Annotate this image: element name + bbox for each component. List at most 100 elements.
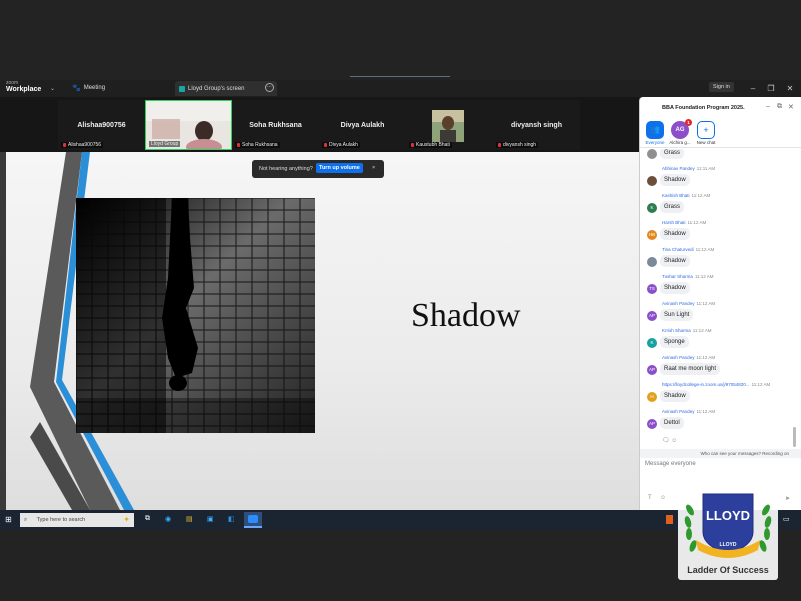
chat-tab-dm[interactable]: AG 1 Alchira g... bbox=[669, 119, 692, 145]
message-text: Shadow bbox=[660, 390, 690, 402]
screen-tab-label: Lloyd Group's screen bbox=[188, 85, 245, 92]
close-icon[interactable]: ✕ bbox=[783, 83, 797, 94]
participant-tile[interactable]: Kaustubh Bhati bbox=[406, 100, 493, 150]
zoom-titlebar: zoom Workplace ⌄ 🐾 Meeting Lloyd Group's… bbox=[0, 80, 801, 97]
chat-message: HB Harsh Bhati 11:12 AM Shadow bbox=[640, 219, 790, 245]
participant-tile-active-speaker[interactable]: Lloyd Group bbox=[145, 100, 232, 150]
restore-icon[interactable]: ❐ bbox=[764, 83, 778, 94]
zoom-taskbar-icon[interactable] bbox=[244, 512, 262, 528]
avatar: H bbox=[647, 392, 657, 402]
participant-tile[interactable]: divyansh singh divyansh singh bbox=[493, 100, 580, 150]
chat-input-placeholder: Message everyone bbox=[645, 461, 696, 467]
chat-scrollbar[interactable] bbox=[793, 427, 796, 447]
store-icon[interactable]: ▣ bbox=[207, 515, 214, 523]
participant-name-large: Divya Aulakh bbox=[340, 122, 385, 129]
search-highlight-icon: ✦ bbox=[123, 515, 130, 524]
message-text: Shadow bbox=[660, 255, 690, 267]
chat-close-icon[interactable]: ✕ bbox=[788, 103, 794, 111]
avatar bbox=[647, 257, 657, 267]
message-text: Grass bbox=[660, 201, 685, 213]
muted-mic-icon bbox=[324, 143, 327, 147]
more-options-icon[interactable]: ⋯ bbox=[265, 83, 274, 92]
chat-message: AP Avinash Pandey 11:12 AM Sun Light bbox=[640, 300, 790, 326]
message-time: 11:12 AM bbox=[696, 355, 716, 360]
audio-toast: Not hearing anything? Turn up volume × bbox=[252, 160, 384, 178]
taskbar-search[interactable]: ⌕ Type here to search ✦ bbox=[20, 513, 134, 527]
participant-name-text: divyansh singh bbox=[503, 142, 537, 148]
avatar bbox=[647, 149, 657, 159]
plus-icon: + bbox=[697, 121, 715, 139]
chat-input[interactable]: Message everyone bbox=[645, 461, 696, 467]
edge-icon[interactable]: ◉ bbox=[165, 515, 171, 523]
file-explorer-icon[interactable]: ▤ bbox=[186, 515, 193, 523]
sender-name: Tina Chaturvedi 11:12 AM bbox=[662, 247, 714, 252]
sender-name: Abhinav Pandey 11:11 AM bbox=[662, 166, 715, 171]
tab-label: Alchira g... bbox=[669, 140, 691, 145]
chat-popout-icon[interactable]: ⧉ bbox=[777, 103, 782, 111]
zoom-app-icon bbox=[248, 515, 258, 523]
toast-text: Not hearing anything? bbox=[259, 166, 313, 172]
emoji-icon[interactable]: ☺ bbox=[660, 495, 666, 501]
minimize-icon[interactable]: – bbox=[746, 83, 760, 94]
logo-ribbon-text: LLOYD bbox=[719, 542, 737, 548]
sender-name-text: Harsh Bhati bbox=[662, 220, 686, 225]
participant-tile[interactable]: Soha Rukhsana Soha Rukhsana bbox=[232, 100, 319, 150]
turn-up-volume-button[interactable]: Turn up volume bbox=[316, 163, 363, 173]
tray-app-icon[interactable] bbox=[666, 515, 673, 524]
divider bbox=[640, 147, 801, 148]
avatar: AG 1 bbox=[671, 119, 692, 139]
outlook-icon[interactable]: ◧ bbox=[228, 515, 235, 523]
workplace-dropdown[interactable]: ⌄ bbox=[50, 85, 55, 92]
shadow-photo bbox=[76, 198, 315, 433]
message-time: 11:12 AM bbox=[696, 301, 716, 306]
avatar: HB bbox=[647, 230, 657, 240]
toast-close-icon[interactable]: × bbox=[372, 165, 375, 171]
chat-message: K Krrish Sharma 11:12 AM Sponge bbox=[640, 327, 790, 353]
task-view-icon[interactable]: ⧉ bbox=[145, 515, 150, 523]
participant-name-text: Lloyd Group bbox=[151, 141, 179, 147]
zoom-brand-bottom: Workplace bbox=[6, 86, 42, 93]
chat-info-bar[interactable]: Who can see your messages? Recording on bbox=[640, 449, 801, 458]
participant-tile[interactable]: Divya Aulakh Divya Aulakh bbox=[319, 100, 406, 150]
chat-minimize-icon[interactable]: – bbox=[766, 103, 770, 110]
search-icon: ⌕ bbox=[24, 517, 28, 523]
message-text: Shadow bbox=[660, 282, 690, 294]
top-area bbox=[0, 0, 801, 80]
lloyd-logo: LLOYD LLOYD Ladder Of Success bbox=[676, 480, 780, 582]
muted-mic-icon bbox=[498, 143, 501, 147]
avatar bbox=[647, 176, 657, 186]
message-time: 11:12 AM bbox=[751, 382, 771, 387]
notification-icon[interactable]: ▭ bbox=[783, 515, 790, 523]
meeting-tab[interactable]: 🐾 Meeting bbox=[72, 84, 105, 92]
participant-tile[interactable]: Alishaa900756 Alishaa900756 bbox=[58, 100, 145, 150]
sender-name-text: Avinash Pandey bbox=[662, 301, 695, 306]
message-text: Shadow bbox=[660, 174, 690, 186]
sender-name-text: Abhinav Pandey bbox=[662, 166, 695, 171]
reaction-icons[interactable]: 🗨 ☺ bbox=[662, 437, 677, 444]
chat-tab-new[interactable]: + New chat bbox=[695, 121, 717, 145]
sender-name: Harsh Bhati 11:12 AM bbox=[662, 220, 706, 225]
chat-message: TS Tushar Sharma 11:12 AM Shadow bbox=[640, 273, 790, 299]
sender-name-text: Avinash Pandey bbox=[662, 355, 695, 360]
participant-name-small: divyansh singh bbox=[496, 142, 539, 148]
muted-mic-icon bbox=[411, 143, 414, 147]
search-placeholder: Type here to search bbox=[36, 517, 86, 523]
sender-name-text: Tina Chaturvedi bbox=[662, 247, 694, 252]
sign-in-button[interactable]: Sign in bbox=[709, 82, 734, 92]
message-time: 11:12 AM bbox=[694, 274, 714, 279]
chat-message-list: Grass Abhinav Pandey 11:11 AM Shadow K Kashi… bbox=[640, 149, 800, 449]
logo-tagline: Ladder Of Success bbox=[687, 565, 769, 575]
tab-label: Everyone bbox=[645, 140, 665, 145]
participant-gallery: Alishaa900756 Alishaa900756 Lloyd Group … bbox=[0, 97, 639, 152]
chat-tab-everyone[interactable]: 👥 Everyone bbox=[645, 121, 665, 145]
muted-mic-icon bbox=[237, 143, 240, 147]
tab-lloyd-screen[interactable]: Lloyd Group's screen ⋯ bbox=[175, 81, 277, 96]
message-text: Raat me moon light bbox=[660, 363, 721, 375]
windows-start-icon[interactable]: ⊞ bbox=[5, 515, 12, 524]
chat-message: AP Avinash Pandey 11:12 AM Dettol bbox=[640, 408, 790, 434]
participant-name-text: Soha Rukhsana bbox=[242, 142, 278, 148]
format-text-icon[interactable]: T bbox=[648, 495, 652, 501]
send-icon[interactable]: ➤ bbox=[785, 495, 790, 502]
message-time: 11:12 AM bbox=[695, 247, 715, 252]
muted-mic-icon bbox=[63, 143, 66, 147]
